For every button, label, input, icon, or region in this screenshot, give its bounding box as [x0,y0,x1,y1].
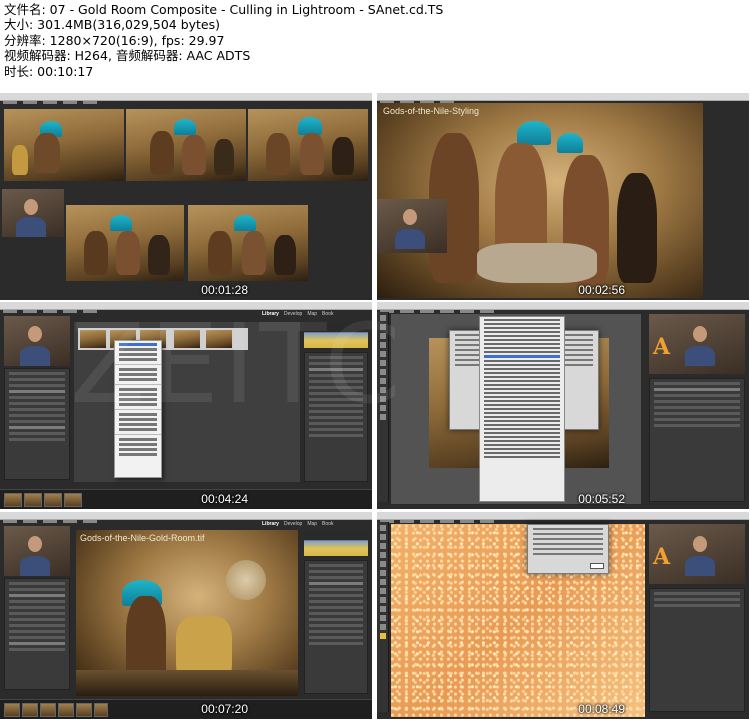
duration-line: 时长: 00:10:17 [4,63,94,79]
menu-bar [0,93,372,104]
grid-thumb[interactable] [80,330,106,348]
canvas-area [391,314,641,504]
timestamp: 00:08:49 [578,702,625,716]
instructor-webcam: A [649,524,745,584]
ok-button[interactable] [590,563,604,569]
tool-panel[interactable] [377,312,389,502]
left-panel[interactable] [4,578,70,690]
photo-thumb-5[interactable] [188,205,308,281]
video-info-header: 文件名: 07 - Gold Room Composite - Culling … [0,0,750,92]
module-picker[interactable]: Library Develop Map Book [262,521,338,527]
frame-4[interactable]: A 00:05:52 [377,302,749,509]
timestamp: 00:05:52 [578,492,625,506]
menu-bar [377,93,749,104]
photo-thumb-4[interactable] [66,205,184,281]
photo-title: Gods-of-the-Nile-Gold-Room.tif [80,533,205,543]
frame-3[interactable]: Library Develop Map Book 00:04:24 [0,302,372,509]
resolution-line: 分辨率: 1280×720(16:9), fps: 29.97 [4,32,225,48]
menu-bar [377,512,749,523]
instructor-webcam [4,316,70,366]
timestamp: 00:02:56 [578,283,625,297]
preset-dropdown-list[interactable] [479,316,565,502]
main-photo: Gods-of-the-Nile-Gold-Room.tif [76,530,298,696]
menu-bar [377,302,749,313]
thumbnail-grid: 00:01:28 Gods-of-the-Nile-Styling 00:02:… [0,93,750,724]
frame-5[interactable]: Library Develop Map Book Gods-of-the-Nile-G… [0,512,372,719]
letter-a-sign-icon: A [653,544,671,570]
grid-thumb[interactable] [174,330,200,348]
timestamp: 00:07:20 [201,702,248,716]
instructor-webcam: A [649,314,745,374]
file-size-line: 大小: 301.4MB(316,029,504 bytes) [4,17,221,33]
filmstrip[interactable] [0,489,372,509]
codec-line: 视频解码器: H264, 音频解码器: AAC ADTS [4,48,251,64]
photo-thumb-1[interactable] [4,109,124,181]
right-panel[interactable] [304,352,368,482]
grid-view [74,322,300,482]
file-name-line: 文件名: 07 - Gold Room Composite - Culling … [4,2,444,17]
instructor-webcam [377,199,447,253]
layers-panel[interactable] [649,378,745,502]
tool-panel[interactable] [377,522,389,712]
filmstrip[interactable] [0,699,372,719]
layers-panel[interactable] [649,588,745,712]
timestamp: 00:01:28 [201,283,248,297]
frame-6[interactable]: A 00:08:49 [377,512,749,719]
menu-bar [0,512,372,523]
instructor-webcam [2,189,64,237]
frame-2[interactable]: Gods-of-the-Nile-Styling 00:02:56 [377,93,749,300]
warning-dialog[interactable] [527,524,609,574]
histogram [304,530,368,556]
context-menu[interactable] [114,340,162,478]
frame-1[interactable]: 00:01:28 [0,93,372,300]
grid-thumb[interactable] [206,330,232,348]
letter-a-sign-icon: A [653,334,671,360]
right-panel[interactable] [304,560,368,694]
histogram [304,322,368,348]
left-panel[interactable] [4,368,70,480]
photo-title: Gods-of-the-Nile-Styling [383,106,480,116]
menu-bar [0,302,372,313]
photo-thumb-2[interactable] [126,109,246,181]
module-picker[interactable]: Library Develop Map Book [262,311,338,317]
photo-thumb-3[interactable] [248,109,368,181]
timestamp: 00:04:24 [201,492,248,506]
instructor-webcam [4,526,70,576]
